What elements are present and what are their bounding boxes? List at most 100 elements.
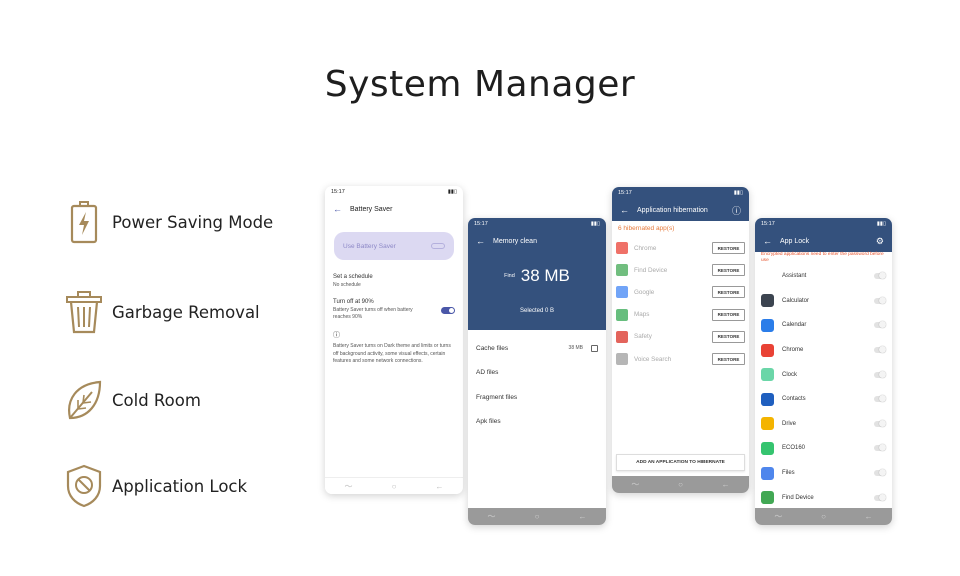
lock-switch[interactable] — [874, 469, 886, 477]
cache-checkbox[interactable] — [591, 344, 598, 352]
nav-bar: 〜 ○ ← — [325, 477, 463, 494]
list-item[interactable]: ECO160 — [755, 436, 892, 461]
nav-recent-icon[interactable]: 〜 — [345, 481, 353, 492]
list-item-ad[interactable]: AD files — [468, 361, 606, 386]
find-device-icon — [616, 264, 628, 277]
app-icon — [761, 466, 774, 480]
screen-title: Battery Saver — [350, 205, 393, 213]
restore-button[interactable]: RESTORE — [712, 330, 745, 343]
microphone-icon — [616, 353, 628, 366]
nav-back-icon[interactable]: ← — [578, 512, 586, 521]
status-bar: 15:17 ▮▮▯ — [612, 187, 749, 199]
status-bar: 15:17 ▮▮▯ — [325, 186, 463, 198]
list-item[interactable]: Find Device — [755, 485, 892, 510]
nav-back-icon[interactable]: ← — [722, 480, 730, 489]
status-time: 15:17 — [474, 221, 488, 227]
back-arrow-icon[interactable]: ← — [620, 205, 629, 215]
app-icon — [761, 417, 774, 431]
list-item[interactable]: Clock — [755, 362, 892, 387]
google-icon — [616, 286, 628, 299]
app-name: Assistant — [782, 273, 807, 280]
list-item[interactable]: Drive — [755, 412, 892, 437]
leaf-icon — [62, 378, 106, 422]
feature-label: Cold Room — [112, 390, 201, 410]
app-icon — [761, 269, 774, 283]
list-item[interactable]: Contacts — [755, 387, 892, 412]
app-icon — [761, 441, 774, 455]
app-icon — [761, 318, 774, 332]
info-icon[interactable]: ⓘ — [732, 204, 741, 217]
status-bar: 15:17 ▮▮▯ — [468, 218, 606, 230]
use-battery-saver-toggle-row[interactable]: Use Battery Saver — [334, 232, 454, 260]
nav-back-icon[interactable]: ← — [865, 512, 873, 521]
restore-button[interactable]: RESTORE — [712, 353, 745, 366]
list-item[interactable]: Calculator — [755, 289, 892, 314]
schedule-title: Set a schedule — [333, 274, 373, 280]
maps-icon — [616, 308, 628, 321]
found-size-value: 38 MB — [520, 266, 570, 285]
nav-bar: 〜 ○ ← — [468, 508, 606, 525]
restore-button[interactable]: RESTORE — [712, 308, 745, 321]
list-item: Safety RESTORE — [612, 326, 749, 348]
list-item: Maps RESTORE — [612, 304, 749, 326]
turnoff-title: Turn off at 90% — [333, 299, 374, 305]
lock-switch[interactable] — [874, 419, 886, 427]
nav-home-icon[interactable]: ○ — [392, 482, 397, 491]
app-name: Safety — [634, 333, 652, 341]
phone-battery-saver: 15:17 ▮▮▯ ← Battery Saver Use Battery Sa… — [325, 186, 463, 494]
list-item-apk[interactable]: Apk files — [468, 410, 606, 435]
back-arrow-icon[interactable]: ← — [476, 236, 485, 246]
list-item[interactable]: Chrome — [755, 338, 892, 363]
restore-button[interactable]: RESTORE — [712, 242, 745, 255]
screen-title: Memory clean — [493, 237, 537, 245]
battery-saver-switch[interactable] — [431, 243, 445, 249]
lock-switch[interactable] — [874, 444, 886, 452]
phone-hibernation: 15:17 ▮▮▯ ← Application hibernation ⓘ 6 … — [612, 187, 749, 493]
memory-hero: 15:17 ▮▮▯ ← Memory clean Find 38 MB Sele… — [468, 218, 606, 330]
turnoff-switch[interactable] — [441, 306, 455, 314]
feature-label: Garbage Removal — [112, 302, 260, 322]
app-bar: ← Battery Saver — [325, 198, 463, 220]
feature-label: Application Lock — [112, 476, 248, 496]
info-text: Battery Saver turns on Dark theme and li… — [333, 343, 451, 364]
lock-switch[interactable] — [874, 296, 886, 304]
feature-power-saving: Power Saving Mode — [62, 198, 273, 246]
item-label: Cache files — [476, 344, 509, 352]
list-item[interactable]: Files — [755, 461, 892, 486]
turnoff-row[interactable]: Turn off at 90% Battery Saver turns off … — [325, 299, 463, 322]
nav-home-icon[interactable]: ○ — [678, 480, 683, 489]
add-hibernate-button[interactable]: ADD AN APPLICATION TO HIBERNATE — [616, 454, 745, 471]
schedule-row[interactable]: Set a schedule No schedule — [325, 274, 463, 289]
info-icon: ⓘ — [333, 331, 340, 339]
lock-switch[interactable] — [874, 272, 886, 280]
list-item[interactable]: Assistant — [755, 264, 892, 289]
list-item[interactable]: Calendar — [755, 313, 892, 338]
nav-home-icon[interactable]: ○ — [535, 512, 540, 521]
app-icon — [761, 368, 774, 382]
nav-recent-icon[interactable]: 〜 — [631, 479, 639, 490]
nav-home-icon[interactable]: ○ — [821, 512, 826, 521]
lock-switch[interactable] — [874, 321, 886, 329]
back-arrow-icon[interactable]: ← — [333, 204, 342, 214]
list-item-fragment[interactable]: Fragment files — [468, 385, 606, 410]
lock-switch[interactable] — [874, 346, 886, 354]
app-name: Files — [782, 470, 795, 477]
hibernated-count: 6 hibernated app(s) — [618, 225, 675, 232]
lock-switch[interactable] — [874, 493, 886, 501]
gear-icon[interactable]: ⚙ — [876, 236, 884, 247]
lock-switch[interactable] — [874, 395, 886, 403]
restore-button[interactable]: RESTORE — [712, 264, 745, 277]
nav-recent-icon[interactable]: 〜 — [488, 511, 496, 522]
lock-switch[interactable] — [874, 370, 886, 378]
trash-icon — [62, 290, 106, 334]
back-arrow-icon[interactable]: ← — [763, 236, 772, 246]
restore-button[interactable]: RESTORE — [712, 286, 745, 299]
nav-back-icon[interactable]: ← — [435, 482, 443, 491]
nav-recent-icon[interactable]: 〜 — [774, 511, 782, 522]
header: 15:17 ▮▮▯ ← App Lock ⚙ — [755, 218, 892, 252]
schedule-sub: No schedule — [333, 281, 361, 288]
battery-status-icon: ▮▮▯ — [590, 221, 600, 227]
list-item-cache[interactable]: Cache files 38 MB — [468, 336, 606, 361]
status-time: 15:17 — [761, 221, 775, 227]
app-bar: ← Application hibernation ⓘ — [612, 199, 749, 221]
